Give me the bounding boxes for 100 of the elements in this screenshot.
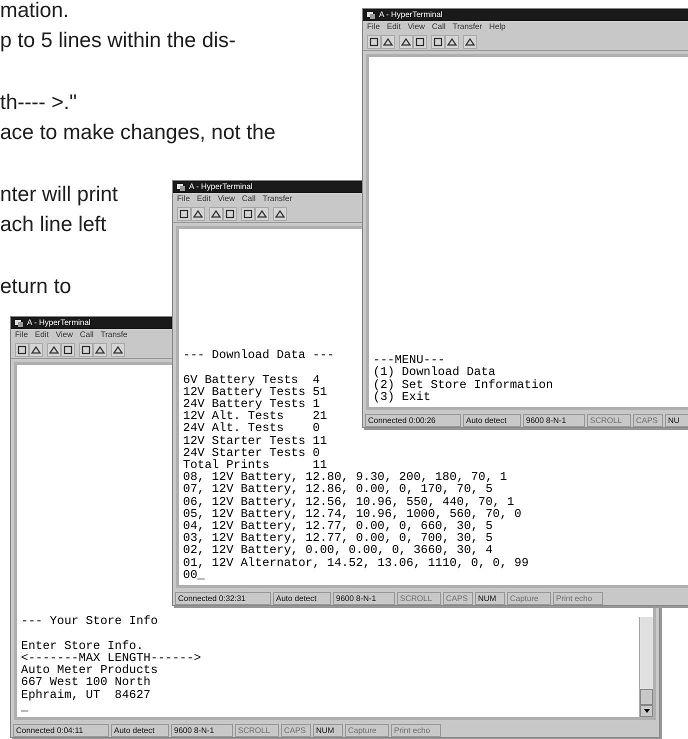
terminal-line: 12V Starter Tests 11 (183, 434, 328, 447)
status-field: Auto detect (463, 414, 521, 426)
menu-item[interactable]: Edit (196, 194, 211, 204)
toolbar-button[interactable] (111, 342, 125, 356)
status-field: Auto detect (273, 592, 331, 604)
terminal-line: (2) Set Store Information (373, 378, 554, 391)
menu-item[interactable]: Call (432, 22, 446, 32)
terminal-line: 06, 12V Battery, 12.56, 10.96, 550, 440, 70, 1 (183, 496, 514, 508)
terminal-line: _ (21, 700, 28, 713)
terminal-line: 24V Alt. Tests 0 (183, 422, 320, 435)
terminal-line: Total Prints 11 (183, 458, 328, 472)
terminal-line: 03, 12V Battery, 12.77, 0.00, 0, 700, 30, 5 (183, 532, 493, 544)
status-field: CAPS (633, 414, 663, 426)
menu-item[interactable]: Edit (386, 22, 401, 32)
terminal-line: <-------MAX LENGTH------> (21, 652, 202, 664)
status-field: Print echo (553, 592, 603, 604)
status-field: Print echo (391, 724, 441, 736)
menu-item[interactable]: Transfe (100, 330, 128, 340)
status-field: Connected 0:00:26 (365, 414, 461, 426)
menu-item[interactable]: View (218, 194, 235, 204)
status-field: NUM (475, 592, 505, 604)
menu-item[interactable]: File (367, 22, 380, 32)
down-arrow-icon (644, 709, 650, 713)
toolbar-button[interactable] (191, 206, 205, 220)
toolbar-button[interactable] (381, 34, 395, 48)
toolbar-button[interactable] (241, 206, 255, 220)
status-field: Auto detect (111, 724, 169, 736)
terminal-line: 24V Starter Tests 0 (183, 446, 320, 459)
scroll-thumb[interactable] (640, 689, 653, 705)
toolbar-button[interactable] (93, 342, 107, 356)
menu-item[interactable]: Help (489, 22, 506, 32)
toolbar-button[interactable] (431, 34, 445, 48)
terminal-line: --- Download Data --- (183, 349, 334, 362)
terminal-line: --- Your Store Info (21, 615, 158, 628)
status-field: Capture (507, 592, 551, 604)
terminal-line: 00_ (183, 568, 205, 581)
window-title: A - HyperTerminal (189, 182, 253, 192)
app-icon (177, 183, 185, 191)
app-icon (367, 11, 375, 19)
terminal-line: (1) Download Data (373, 366, 496, 379)
toolbar-button[interactable] (399, 34, 413, 48)
body-text: ace to make changes, not the (0, 120, 276, 146)
status-field: CAPS (281, 724, 311, 736)
terminal-line: 04, 12V Battery, 12.77, 0.00, 0, 660, 30, 5 (183, 520, 493, 532)
body-text: p to 5 lines within the dis- (0, 28, 236, 54)
toolbar-button[interactable] (463, 34, 477, 48)
toolbar-button[interactable] (413, 34, 427, 48)
body-text: nter will print (0, 182, 118, 208)
menu-item[interactable]: Call (80, 330, 94, 340)
status-field: SCROLL (235, 724, 279, 736)
menu-item[interactable]: Transfer (262, 194, 292, 204)
menu-item[interactable]: Edit (34, 330, 49, 340)
terminal-line: 08, 12V Battery, 12.80, 9.30, 200, 180, 70, 1 (183, 471, 508, 484)
status-field: SCROLL (397, 592, 441, 604)
toolbar-button[interactable] (79, 342, 93, 356)
status-field: 9600 8-N-1 (523, 414, 585, 426)
scroll-down-button[interactable] (640, 705, 653, 717)
toolbar-button[interactable] (61, 342, 75, 356)
body-text: mation. (0, 0, 69, 24)
toolbar-button[interactable] (15, 342, 29, 356)
menu-item[interactable]: View (56, 330, 73, 340)
terminal-line: Enter Store Info. (21, 640, 144, 652)
toolbar-button[interactable] (29, 342, 43, 356)
status-field: Connected 0:04:11 (13, 724, 109, 736)
window-title: A - HyperTerminal (379, 10, 443, 20)
status-field: NUM (313, 724, 343, 736)
status-field: CAPS (443, 592, 473, 604)
toolbar-button[interactable] (177, 206, 191, 220)
menu-item[interactable]: Call (242, 194, 256, 204)
toolbar-button[interactable] (273, 206, 287, 220)
body-text: ach line left (0, 212, 106, 238)
terminal-line: 02, 12V Battery, 0.00, 0.00, 0, 3660, 30, 4 (183, 544, 493, 557)
toolbar-button[interactable] (209, 206, 223, 220)
menu-item[interactable]: File (177, 194, 190, 204)
terminal-line: 12V Battery Tests 51 (183, 386, 328, 398)
terminal-line: 24V Battery Tests 1 (183, 398, 320, 410)
toolbar-button[interactable] (255, 206, 269, 220)
status-field: NU (665, 414, 688, 426)
status-field: 9600 8-N-1 (333, 592, 395, 604)
toolbar-button[interactable] (47, 342, 61, 356)
menu-item[interactable]: File (15, 330, 28, 340)
status-field: SCROLL (587, 414, 631, 426)
terminal-line: 07, 12V Battery, 12.86, 0.00, 0, 170, 70, 5 (183, 483, 493, 496)
terminal-line: 01, 12V Alternator, 14.52, 13.06, 1110, 0, 0, 99 (183, 556, 529, 569)
body-text: eturn to (0, 274, 72, 300)
terminal-line: 6V Battery Tests 4 (183, 374, 320, 386)
body-text: th---- >." (0, 90, 77, 116)
toolbar-button[interactable] (367, 34, 381, 48)
terminal-line: 12V Alt. Tests 21 (183, 410, 328, 422)
status-field: 9600 8-N-1 (171, 724, 233, 736)
menu-item[interactable]: Transfer (452, 22, 482, 32)
scrollbar[interactable] (639, 617, 653, 717)
toolbar-button[interactable] (223, 206, 237, 220)
status-field: Capture (345, 724, 389, 736)
app-icon (15, 319, 23, 327)
toolbar-button[interactable] (445, 34, 459, 48)
menu-item[interactable]: View (408, 22, 425, 32)
status-field: Connected 0:32:31 (175, 592, 271, 604)
terminal-line: 667 West 100 North (21, 676, 151, 689)
terminal-line: Auto Meter Products (21, 664, 158, 676)
